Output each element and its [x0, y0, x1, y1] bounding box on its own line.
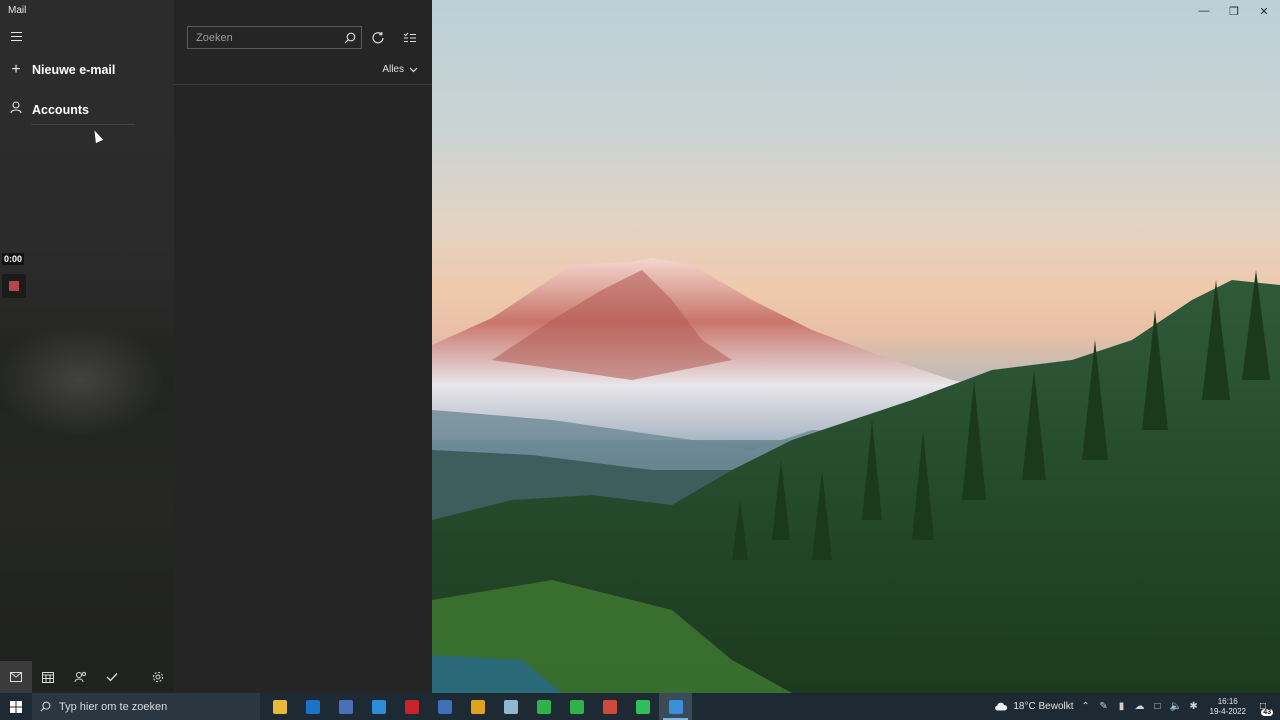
- taskbar-search-placeholder: Typ hier om te zoeken: [59, 700, 168, 713]
- sync-button[interactable]: [367, 27, 389, 49]
- outlook-icon: [305, 699, 320, 714]
- clock-time: 16:16: [1217, 696, 1238, 706]
- minimize-button[interactable]: —: [1189, 0, 1219, 22]
- search-input[interactable]: [188, 31, 338, 44]
- screen: — ❐ ✕ Mail + Nieuwe e-mail Accounts 0:00: [0, 0, 1280, 720]
- search-icon: [40, 701, 51, 712]
- search-icon: [344, 32, 355, 43]
- taskbar-search[interactable]: Typ hier om te zoeken: [32, 693, 260, 720]
- taskbar-app-chrome[interactable]: [461, 693, 494, 720]
- taskbar-app-outlook[interactable]: [296, 693, 329, 720]
- app-9-icon: [536, 699, 551, 714]
- system-tray: 18°C Bewolkt ⌃ ✎ ▮ ☁ □ 🔈 ✱ 16:16 19-4-20…: [994, 693, 1280, 720]
- chevron-down-icon: [409, 67, 418, 72]
- taskbar-app-mail[interactable]: [659, 693, 692, 720]
- new-mail-button[interactable]: + Nieuwe e-mail: [0, 53, 174, 87]
- taskbar-app-app-8[interactable]: [494, 693, 527, 720]
- cloud-icon: [995, 702, 1008, 711]
- app-title: Mail: [8, 5, 27, 16]
- volume-icon[interactable]: 🔈: [1170, 701, 1182, 712]
- accounts-label: Accounts: [32, 103, 89, 117]
- clock[interactable]: 16:16 19-4-2022: [1210, 697, 1246, 717]
- hamburger-menu-button[interactable]: [8, 27, 24, 45]
- search-button[interactable]: [338, 27, 361, 48]
- start-button[interactable]: [0, 693, 32, 720]
- menu-line: [11, 32, 22, 33]
- app-6-icon: [437, 699, 452, 714]
- todo-switch-button[interactable]: [96, 661, 128, 693]
- pen-icon[interactable]: ✎: [1098, 701, 1110, 712]
- settings-button[interactable]: [142, 661, 174, 693]
- navigation-pane: Mail + Nieuwe e-mail Accounts 0:00: [0, 0, 174, 693]
- accounts-button[interactable]: Accounts: [0, 93, 174, 127]
- whatsapp-icon: [635, 699, 650, 714]
- taskbar-app-app-3[interactable]: [329, 693, 362, 720]
- search-box: [187, 26, 362, 49]
- stop-icon: [9, 281, 19, 291]
- taskbar-app-file-explorer[interactable]: [263, 693, 296, 720]
- menu-line: [11, 36, 22, 37]
- chrome-icon: [470, 699, 485, 714]
- chevron-up-icon[interactable]: ⌃: [1080, 701, 1092, 712]
- stop-recording-button[interactable]: [2, 274, 26, 298]
- taskbar-app-whatsapp[interactable]: [626, 693, 659, 720]
- vscode-icon: [371, 699, 386, 714]
- app-3-icon: [338, 699, 353, 714]
- calendar-icon: [42, 672, 54, 683]
- close-button[interactable]: ✕: [1249, 0, 1279, 22]
- calendar-switch-button[interactable]: [32, 661, 64, 693]
- weather-text: 18°C Bewolkt: [1013, 701, 1074, 712]
- person-icon: [0, 101, 32, 119]
- taskbar-app-app-10[interactable]: [560, 693, 593, 720]
- filter-label: Alles: [382, 64, 404, 75]
- restore-button[interactable]: ❐: [1219, 0, 1249, 22]
- file-explorer-icon: [272, 699, 287, 714]
- sync-icon: [372, 32, 384, 44]
- menu-line: [11, 40, 22, 41]
- mail-switch-button[interactable]: [0, 661, 32, 693]
- filezilla-icon: [404, 699, 419, 714]
- desktop-wallpaper: [432, 0, 1280, 693]
- select-list-icon: [403, 32, 416, 43]
- people-icon: [74, 671, 86, 683]
- taskbar: Typ hier om te zoeken 18°C Bewolkt ⌃ ✎ ▮…: [0, 693, 1280, 720]
- gear-icon: [152, 671, 164, 683]
- bluetooth-icon[interactable]: ✱: [1188, 701, 1200, 712]
- battery-icon[interactable]: ▮: [1116, 701, 1128, 712]
- clock-date: 19-4-2022: [1209, 706, 1246, 716]
- divider: [174, 84, 432, 85]
- taskbar-app-vscode[interactable]: [362, 693, 395, 720]
- notification-center-button[interactable]: □ 43: [1252, 696, 1274, 718]
- people-switch-button[interactable]: [64, 661, 96, 693]
- windows-logo-icon: [10, 700, 22, 713]
- backdrop-blur: [0, 320, 174, 693]
- mail-icon: [10, 672, 22, 682]
- taskbar-app-app-9[interactable]: [527, 693, 560, 720]
- taskbar-app-app-6[interactable]: [428, 693, 461, 720]
- divider: [31, 124, 135, 125]
- checkmark-icon: [106, 673, 118, 682]
- taskbar-app-filezilla[interactable]: [395, 693, 428, 720]
- chrome-2-icon: [602, 699, 617, 714]
- recording-timer: 0:00: [2, 253, 25, 265]
- pinned-apps: [263, 693, 692, 720]
- monitor-icon[interactable]: □: [1152, 701, 1164, 712]
- plus-icon: +: [11, 61, 21, 78]
- weather-widget[interactable]: 18°C Bewolkt: [994, 701, 1074, 712]
- mail-icon: [668, 699, 683, 714]
- app-switcher-bar: [0, 661, 174, 693]
- app-8-icon: [503, 699, 518, 714]
- new-mail-label: Nieuwe e-mail: [32, 63, 116, 77]
- mountain-landscape: [432, 258, 1280, 693]
- notification-count: 43: [1261, 708, 1273, 716]
- app-10-icon: [569, 699, 584, 714]
- onedrive-icon[interactable]: ☁: [1134, 701, 1146, 712]
- taskbar-app-chrome-2[interactable]: [593, 693, 626, 720]
- selection-mode-button[interactable]: [399, 27, 421, 49]
- filter-dropdown[interactable]: Alles: [382, 64, 418, 75]
- message-list-pane: Alles: [174, 0, 432, 693]
